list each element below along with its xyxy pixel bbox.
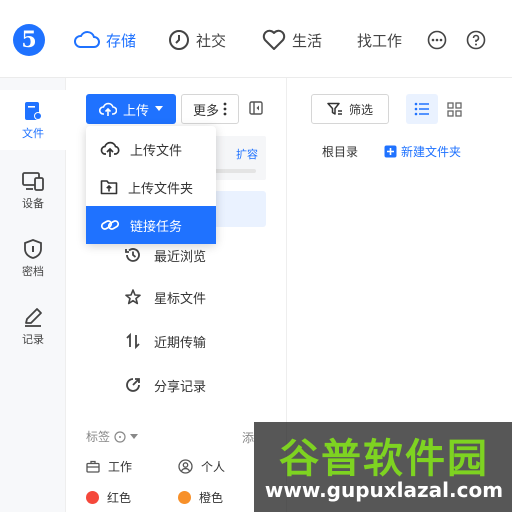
- nav-social-label: 社交: [196, 31, 227, 50]
- more-button[interactable]: 更多: [181, 94, 239, 124]
- menu-item-label: 链接任务: [130, 219, 183, 235]
- tag-orange[interactable]: 橙色: [178, 489, 223, 506]
- tag-red[interactable]: 红色: [86, 489, 131, 506]
- side-menu-label: 近期传输: [154, 335, 207, 351]
- rail-item-label: 密档: [22, 264, 44, 278]
- side-menu-transfers[interactable]: 近期传输: [112, 321, 286, 361]
- rail-item-vault[interactable]: 密档: [0, 228, 66, 288]
- filter-button-label: 筛选: [348, 102, 373, 117]
- new-folder-label: 新建文件夹: [401, 145, 462, 159]
- orange-dot-icon: [178, 491, 191, 504]
- cloud-upload-icon: [98, 102, 117, 116]
- info-icon: [114, 430, 126, 443]
- expand-storage-link[interactable]: 扩容: [236, 146, 258, 162]
- breadcrumb-root[interactable]: 根目录: [322, 143, 358, 160]
- rail-item-records[interactable]: 记录: [0, 296, 66, 356]
- upload-button[interactable]: 上传: [86, 94, 176, 124]
- devices-icon: [22, 171, 44, 191]
- nav-storage-label: 存储: [106, 31, 137, 50]
- tag-label: 红色: [107, 491, 132, 505]
- add-tag-link[interactable]: 添: [242, 429, 254, 446]
- side-menu-label: 星标文件: [154, 291, 207, 307]
- tags-header-label: 标签: [86, 430, 111, 444]
- rail-item-label: 文件: [22, 126, 44, 140]
- menu-upload-file[interactable]: 上传文件: [86, 130, 216, 168]
- nav-life-label: 生活: [292, 31, 323, 50]
- list-view-button[interactable]: [406, 94, 438, 124]
- caret-down-icon: [155, 106, 163, 111]
- folder-upload-icon: [100, 180, 118, 195]
- new-folder-button[interactable]: 新建文件夹: [384, 143, 461, 160]
- collapse-sidebar-icon[interactable]: [249, 101, 263, 115]
- list-view-icon: [414, 102, 429, 116]
- person-icon: [178, 459, 193, 474]
- rail-item-label: 记录: [22, 332, 44, 346]
- upload-button-label: 上传: [122, 103, 149, 119]
- more-button-label: 更多: [192, 103, 219, 119]
- tags-header[interactable]: 标签: [86, 428, 139, 445]
- help-icon[interactable]: [466, 30, 486, 50]
- grid-view-button[interactable]: [438, 94, 470, 124]
- shield-icon: [24, 238, 42, 259]
- side-menu-starred[interactable]: 星标文件: [112, 277, 286, 317]
- rail-item-devices[interactable]: 设备: [0, 160, 66, 220]
- upload-dropdown-menu: 上传文件 上传文件夹 链接任务: [86, 126, 216, 244]
- pen-icon: [25, 307, 42, 327]
- transfer-icon: [126, 332, 140, 350]
- more-dots-icon[interactable]: [427, 30, 447, 50]
- side-menu-label: 最近浏览: [154, 249, 207, 265]
- grid-view-icon: [446, 101, 462, 117]
- vertical-dots-icon: [223, 102, 227, 116]
- logo-text: 5: [21, 27, 37, 53]
- caret-down-icon: [130, 433, 139, 439]
- tag-label: 橙色: [199, 491, 224, 505]
- history-icon: [125, 248, 140, 262]
- tag-work[interactable]: 工作: [86, 458, 132, 475]
- menu-upload-folder[interactable]: 上传文件夹: [86, 168, 216, 206]
- tag-label: 个人: [201, 460, 226, 474]
- watermark-url: www.gupuxlazal.com: [264, 478, 504, 502]
- selected-menu-highlight: [214, 191, 266, 227]
- briefcase-icon: [86, 460, 100, 473]
- nav-jobs-label: 找工作: [357, 31, 403, 50]
- cloud-upload-icon: [100, 141, 120, 157]
- tag-personal[interactable]: 个人: [178, 458, 225, 475]
- nav-storage[interactable]: 存储: [74, 28, 136, 52]
- rail-item-label: 设备: [22, 196, 44, 210]
- side-menu-shares[interactable]: 分享记录: [112, 365, 286, 405]
- nav-jobs[interactable]: 找工作: [357, 28, 402, 52]
- watermark-title: 谷普软件园: [279, 436, 489, 482]
- filter-button[interactable]: 筛选: [311, 94, 389, 124]
- menu-item-label: 上传文件夹: [128, 181, 194, 197]
- nav-life[interactable]: 生活: [262, 28, 322, 52]
- rail-item-files[interactable]: 文件: [0, 90, 66, 150]
- share-icon: [126, 378, 140, 392]
- file-icon: [25, 101, 42, 120]
- menu-link-task[interactable]: 链接任务: [86, 206, 216, 244]
- plus-box-icon: [384, 145, 397, 158]
- link-icon: [100, 220, 120, 230]
- menu-item-label: 上传文件: [130, 143, 183, 159]
- storage-usage-bar: [214, 169, 256, 173]
- cloud-icon: [74, 31, 100, 48]
- star-icon: [125, 289, 141, 305]
- app-logo[interactable]: 5: [13, 24, 45, 56]
- filter-icon: [327, 102, 342, 115]
- red-dot-icon: [86, 491, 99, 504]
- clock-icon: [169, 30, 189, 50]
- heart-icon: [262, 29, 286, 50]
- nav-social[interactable]: 社交: [168, 28, 226, 52]
- tag-label: 工作: [108, 460, 133, 474]
- side-menu-label: 分享记录: [154, 379, 207, 395]
